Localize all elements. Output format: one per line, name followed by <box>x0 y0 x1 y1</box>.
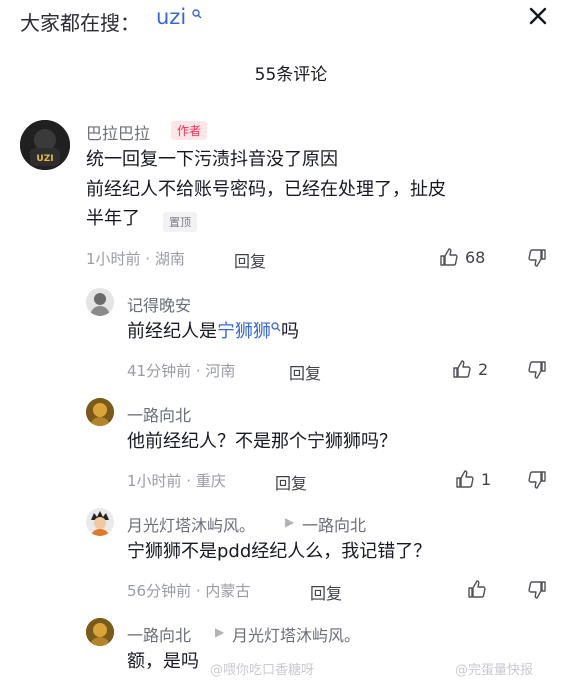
avatar-image <box>86 398 114 426</box>
dislike-icon[interactable] <box>527 360 547 380</box>
comment-meta: 1小时前 · 湖南 <box>86 250 185 268</box>
comment-meta: 56分钟前 · 内蒙古 <box>127 582 251 600</box>
avatar[interactable] <box>86 398 114 426</box>
search-icon[interactable] <box>192 9 202 19</box>
reply-button[interactable]: 回复 <box>275 470 307 494</box>
comment-count-title: 55条评论 <box>254 65 328 85</box>
comment-text-line: 前经纪人不给账号密码，已经在处理了，扯皮 <box>86 179 446 200</box>
trending-search-label: 大家都在搜： <box>20 11 140 35</box>
comment-text: 他前经纪人？不是那个宁狮狮吗？ <box>127 431 397 452</box>
avatar[interactable] <box>86 288 114 316</box>
watermark: @完蛋量快报 <box>455 663 534 678</box>
avatar[interactable] <box>86 508 114 536</box>
avatar-image <box>86 288 114 316</box>
comment-text: 额，是吗 <box>127 651 199 672</box>
avatar-image <box>86 618 114 646</box>
comment-username[interactable]: 一路向北 <box>127 622 191 646</box>
comment-username[interactable]: 巴拉巴拉 <box>86 120 150 144</box>
comment-username[interactable]: 月光灯塔沐屿风。 <box>127 512 255 536</box>
like-icon[interactable] <box>467 579 487 599</box>
avatar[interactable] <box>86 618 114 646</box>
close-icon[interactable] <box>526 4 550 28</box>
like-icon[interactable] <box>455 469 475 489</box>
comment-username[interactable]: 一路向北 <box>127 402 191 426</box>
comment-text-prefix: 前经纪人是 <box>127 321 217 342</box>
avatar-image <box>86 508 114 536</box>
comment-text: 前经纪人是宁狮狮吗 <box>127 317 299 347</box>
comment-text-suffix: 吗 <box>281 321 299 342</box>
pinned-badge: 置顶 <box>163 212 197 232</box>
reply-to-username[interactable]: 一路向北 <box>302 512 366 536</box>
like-count: 68 <box>465 248 486 267</box>
comment-meta: 41分钟前 · 河南 <box>127 362 236 380</box>
avatar[interactable]: UZI <box>20 120 70 170</box>
search-icon[interactable] <box>271 322 281 332</box>
watermark: @喂你吃口香糖呀 <box>210 663 315 678</box>
comment-text-line: 统一回复一下污渍抖音没了原因 <box>86 149 338 170</box>
reply-button[interactable]: 回复 <box>289 360 321 384</box>
dislike-icon[interactable] <box>527 248 547 268</box>
like-icon[interactable] <box>439 247 459 267</box>
comment-username[interactable]: 记得晚安 <box>127 292 191 316</box>
reply-button[interactable]: 回复 <box>310 580 342 604</box>
keyword-link[interactable]: 宁狮狮 <box>217 321 271 342</box>
reply-arrow-icon: ▶ <box>215 625 225 639</box>
comment-meta: 1小时前 · 重庆 <box>127 472 226 490</box>
like-count: 1 <box>481 470 492 489</box>
reply-button[interactable]: 回复 <box>234 248 266 272</box>
avatar-image: UZI <box>20 120 70 170</box>
author-badge: 作者 <box>171 121 208 140</box>
like-count: 2 <box>478 360 489 379</box>
trending-search-keyword[interactable]: uzi <box>156 5 186 29</box>
comment-text-line: 半年了 <box>86 208 140 229</box>
dislike-icon[interactable] <box>527 470 547 490</box>
reply-to-username[interactable]: 月光灯塔沐屿风。 <box>232 622 360 646</box>
svg-text:UZI: UZI <box>36 154 53 164</box>
like-icon[interactable] <box>452 359 472 379</box>
comment-text: 宁狮狮不是pdd经纪人么，我记错了？ <box>127 541 432 562</box>
dislike-icon[interactable] <box>527 580 547 600</box>
reply-arrow-icon: ▶ <box>285 515 295 529</box>
